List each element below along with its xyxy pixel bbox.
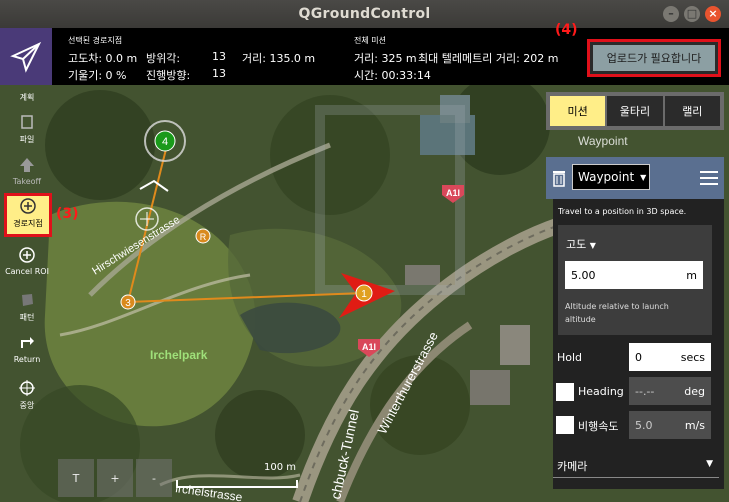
paper-plane-icon [10, 41, 42, 73]
heading-checkbox[interactable] [556, 383, 574, 401]
speed-field[interactable]: 5.0 m/s [629, 411, 711, 439]
center-icon [17, 378, 37, 398]
tool-return-label: Return [13, 355, 41, 364]
altitude-value: 5.00 [571, 268, 596, 282]
svg-text:3: 3 [125, 298, 131, 309]
heading-label: 진행방향: [146, 69, 191, 82]
total-mission-header: 전체 미션 [354, 36, 386, 45]
speed-label: 비행속도 [578, 420, 619, 433]
tab-mission[interactable]: 미션 [550, 96, 606, 126]
upload-button-label[interactable]: 업로드가 필요합니다 [593, 45, 715, 71]
pattern-icon [17, 290, 37, 310]
chevron-down-icon: ▼ [589, 241, 596, 250]
mission-distance: 거리: 325 m [354, 52, 417, 65]
close-icon[interactable]: × [705, 6, 721, 22]
heading-value: --.-- [635, 384, 655, 398]
tool-takeoff-label: Takeoff [12, 177, 42, 186]
heading-label: Heading [578, 385, 624, 398]
map-label-park: Irchelpark [150, 348, 208, 362]
return-icon [17, 333, 37, 353]
trash-icon[interactable] [551, 169, 567, 191]
heading-unit: deg [684, 384, 705, 398]
cancel-roi-icon [17, 245, 37, 265]
command-select[interactable]: Waypoint ▼ [572, 164, 650, 190]
tab-fence[interactable]: 울타리 [607, 96, 663, 126]
command-select-value: Waypoint [578, 170, 635, 184]
tool-plan[interactable]: 계획 [5, 92, 49, 103]
distance: 거리: 135.0 m [242, 52, 316, 65]
hamburger-menu-icon[interactable] [700, 170, 718, 189]
svg-text:4: 4 [162, 136, 168, 148]
takeoff-icon [17, 155, 37, 175]
scale-label: 100 m [264, 462, 297, 473]
title-bar: QGroundControl – □ × [0, 0, 729, 28]
tool-center-label: 중앙 [19, 401, 35, 410]
chevron-down-icon: ▼ [640, 172, 647, 182]
tool-add-waypoint[interactable]: 경로지점 [4, 193, 52, 237]
maximize-icon[interactable]: □ [684, 6, 700, 22]
tool-cancel-roi[interactable]: Cancel ROI [5, 245, 49, 276]
waypoint-editor-header: Waypoint ▼ [546, 157, 724, 199]
speed-unit: m/s [684, 418, 705, 432]
upload-button[interactable]: 업로드가 필요합니다 [587, 39, 721, 77]
selected-waypoint-header: 선택된 경로지점 [68, 36, 123, 45]
gradient: 기울기: 0 % [68, 69, 127, 82]
tool-file[interactable]: 파일 [5, 112, 49, 145]
hold-unit: secs [680, 350, 705, 364]
command-description: Travel to a position in 3D space. [558, 207, 687, 216]
tool-cancel-roi-label: Cancel ROI [5, 267, 49, 276]
tool-pattern-label: 패턴 [19, 313, 35, 322]
plan-tabs: 미션 울타리 랠리 [546, 92, 724, 130]
annotation-4: (4) [555, 22, 578, 38]
zoom-out-button[interactable]: - [136, 459, 172, 497]
hold-field[interactable]: 0 secs [629, 343, 711, 371]
map-scale: 100 m [176, 462, 298, 490]
tool-file-label: 파일 [19, 135, 35, 144]
camera-section[interactable]: 카메라 ▼ [553, 452, 719, 478]
svg-text:A1l: A1l [362, 342, 376, 352]
svg-text:R: R [200, 232, 207, 242]
tool-plan-label: 계획 [19, 93, 35, 102]
file-icon [17, 112, 37, 132]
azimuth-value: 13 [212, 50, 226, 63]
azimuth-label: 방위각: [146, 52, 181, 65]
tool-return[interactable]: Return [5, 333, 49, 364]
tool-add-waypoint-label: 경로지점 [13, 219, 43, 228]
speed-value: 5.0 [635, 418, 653, 432]
max-telemetry: 최대 텔레메트리 거리: 202 m [418, 52, 559, 65]
altitude-field[interactable]: 5.00 m [565, 261, 703, 289]
tool-center[interactable]: 중앙 [5, 378, 49, 411]
map-tilt-button[interactable]: T [58, 459, 94, 497]
altitude-help: Altitude relative to launch altitude [565, 302, 669, 324]
add-waypoint-icon [18, 196, 38, 216]
speed-checkbox[interactable] [556, 416, 574, 434]
altitude-unit: m [686, 268, 697, 282]
map-label-waypoint: Waypoint [578, 134, 628, 148]
altitude-label-text: 고도 [566, 238, 587, 251]
hold-label: Hold [557, 351, 583, 364]
heading-value: 13 [212, 67, 226, 80]
window-title: QGroundControl [298, 6, 431, 22]
qgc-logo[interactable] [0, 28, 52, 85]
tab-rally[interactable]: 랠리 [664, 96, 720, 126]
chevron-down-icon: ▼ [706, 459, 713, 469]
hold-value: 0 [635, 350, 642, 364]
svg-text:1: 1 [361, 289, 367, 300]
annotation-3: (3) [56, 206, 79, 222]
svg-text:A1l: A1l [446, 188, 460, 198]
mission-time: 시간: 00:33:14 [354, 69, 431, 82]
tool-takeoff[interactable]: Takeoff [5, 155, 49, 186]
camera-label: 카메라 [557, 460, 588, 473]
altitude-label[interactable]: 고도 ▼ [566, 236, 596, 252]
heading-field[interactable]: --.-- deg [629, 377, 711, 405]
minimize-icon[interactable]: – [663, 6, 679, 22]
zoom-in-button[interactable]: + [97, 459, 133, 497]
altitude-diff: 고도차: 0.0 m [68, 52, 138, 65]
tool-pattern[interactable]: 패턴 [5, 290, 49, 323]
